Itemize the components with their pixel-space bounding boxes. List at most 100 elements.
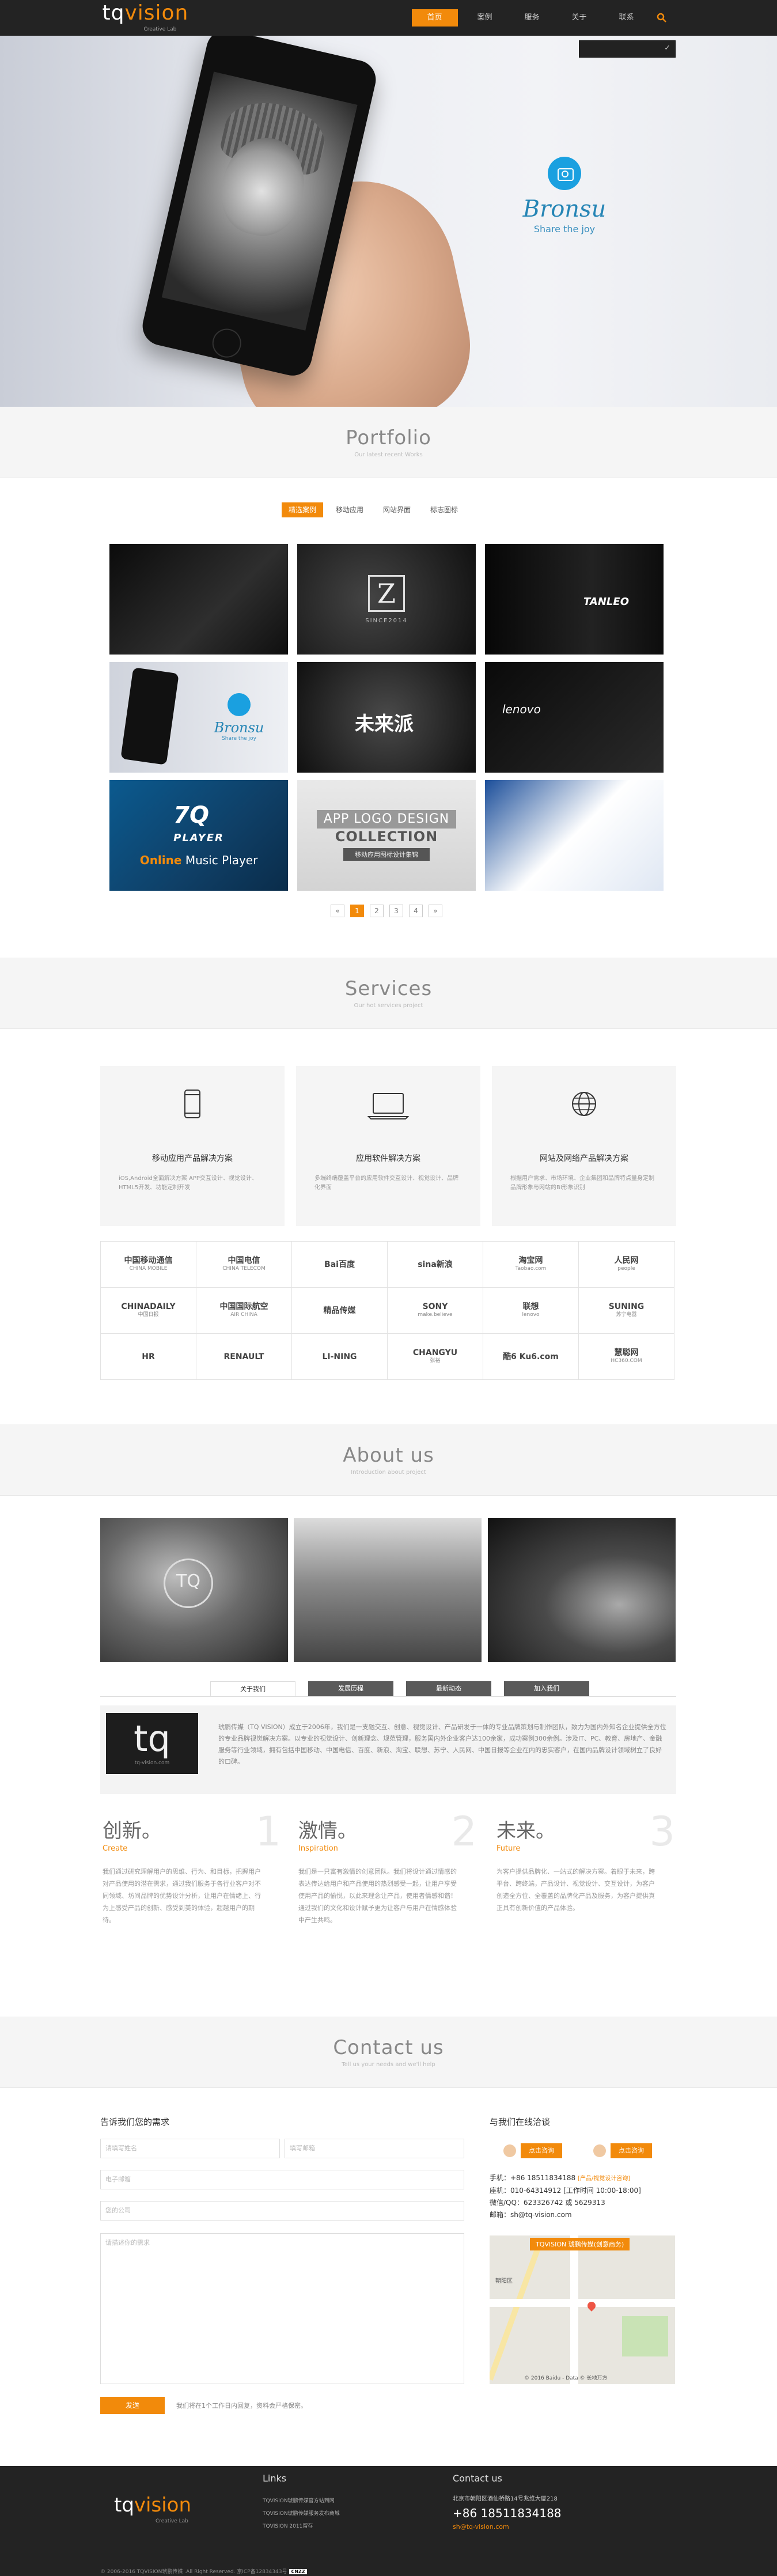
pager-next[interactable]: » xyxy=(429,905,442,917)
client-name: 精品传媒 xyxy=(323,1306,356,1315)
service-card-web[interactable]: 网站及网络产品解决方案 根据用户需求、市场环境、企业集团和品牌特点量身定制品牌形… xyxy=(492,1066,676,1226)
pager-page[interactable]: 1 xyxy=(350,905,364,917)
value-en: Inspiration xyxy=(298,1844,338,1853)
cnzz-badge[interactable]: CNZZ xyxy=(289,2569,307,2574)
bronsu-slogan: Share the joy xyxy=(533,224,596,234)
client-name: 中国电信 xyxy=(228,1255,260,1265)
app-logo-title: APP LOGO DESIGN xyxy=(316,810,457,829)
client-logo: 中国移动通信 CHINA MOBILE xyxy=(101,1242,196,1288)
online-chat-1[interactable]: 点击咨询 xyxy=(503,2143,584,2158)
site-logo[interactable]: tqvision Creative Lab xyxy=(103,3,189,33)
pager-page[interactable]: 4 xyxy=(409,905,423,917)
send-button[interactable]: 发送 xyxy=(100,2397,165,2414)
tab-logo[interactable]: 标志图标 xyxy=(423,502,465,517)
footer-link[interactable]: TQVISION琥鹏传媒服务发布商城 xyxy=(263,2507,340,2520)
portfolio-item[interactable] xyxy=(109,544,288,655)
portfolio-item[interactable]: TANLEO xyxy=(485,544,664,655)
bronsu-brand: Bronsu Share the joy xyxy=(507,157,622,234)
tanleo-logo: TANLEO xyxy=(583,596,629,608)
map-park xyxy=(622,2316,668,2356)
client-logo: HR xyxy=(101,1334,196,1380)
footer-address: 北京市朝阳区酒仙桥路14号兆维大厦218 xyxy=(453,2496,558,2502)
search-submit-icon[interactable]: ✓ xyxy=(664,44,670,52)
about-tabs: 关于我们 发展历程 最新动态 加入我们 xyxy=(210,1681,602,1696)
company-field[interactable]: 您的公司 xyxy=(100,2201,464,2221)
client-logo: 联想 lenovo xyxy=(483,1288,579,1334)
home-button xyxy=(209,326,244,361)
about-photo-logo xyxy=(100,1518,288,1662)
tab-news[interactable]: 最新动态 xyxy=(406,1681,491,1696)
portfolio-item[interactable]: 未来派 xyxy=(297,662,476,773)
client-name: RENAULT xyxy=(223,1352,264,1361)
baidu-map[interactable]: TQVISION 琥鹏传媒(创意商务) 朝阳区 © 2016 Baidu - D… xyxy=(490,2235,675,2384)
client-sub: CHINA MOBILE xyxy=(129,1265,168,1272)
search-input[interactable] xyxy=(579,41,654,57)
footer-link[interactable]: TQVISION琥鹏传媒官方站到网 xyxy=(263,2495,340,2507)
message-field[interactable]: 请描述你的需求 xyxy=(100,2233,464,2384)
send-note: 我们将在1个工作日内回复，资料会严格保密。 xyxy=(176,2402,307,2409)
pager-page[interactable]: 2 xyxy=(370,905,384,917)
pager-prev[interactable]: « xyxy=(331,905,344,917)
client-sub: 中国日报 xyxy=(138,1311,159,1318)
nav-home[interactable]: 首页 xyxy=(411,9,458,27)
phone-field[interactable]: 电子邮箱 xyxy=(100,2170,464,2189)
search-box: ✓ xyxy=(579,40,676,58)
value-future: 3 未来。 Future 为客户提供品牌化、一站式的解决方案。着眼于未来，跨平台… xyxy=(496,1811,675,1930)
tab-history[interactable]: 发展历程 xyxy=(308,1681,393,1696)
tab-web[interactable]: 网站界面 xyxy=(376,502,418,517)
footer-email[interactable]: sh@tq-vision.com xyxy=(453,2521,562,2533)
client-logo: 人民网 people xyxy=(579,1242,674,1288)
client-sub: lenovo xyxy=(522,1311,540,1318)
contact-info: 手机：+86 18511834188 [产品/视觉设计咨询] 座机：010-64… xyxy=(490,2172,641,2221)
email-field[interactable]: 填写邮箱 xyxy=(285,2139,464,2158)
portfolio-item[interactable]: Bronsu Share the joy xyxy=(109,662,288,773)
q7-mark: 7Q xyxy=(173,802,209,829)
nav-contact[interactable]: 联系 xyxy=(607,9,647,27)
tab-about-us[interactable]: 关于我们 xyxy=(210,1681,295,1696)
service-desc: 根据用户需求、市场环境、企业集团和品牌特点量身定制品牌形象与网站的BI形象识别 xyxy=(510,1175,654,1191)
nav-services[interactable]: 服务 xyxy=(512,9,552,27)
consult-button[interactable]: 点击咨询 xyxy=(521,2143,562,2158)
service-card-software[interactable]: 应用软件解决方案 多端终端覆盖平台的应用软件交互设计、视觉设计、品牌化界面 xyxy=(296,1066,480,1226)
footer-logo[interactable]: tqvision Creative Lab xyxy=(114,2495,191,2524)
portfolio-item[interactable]: APP LOGO DESIGN COLLECTION 移动应用图标设计集锦 xyxy=(297,780,476,891)
z-logo-icon: Z xyxy=(368,574,405,612)
tab-join[interactable]: 加入我们 xyxy=(504,1681,589,1696)
camera-icon xyxy=(227,693,251,716)
footer-link[interactable]: TQVISION 2011留存 xyxy=(263,2520,340,2533)
tab-mobile[interactable]: 移动应用 xyxy=(329,502,370,517)
copyright: © 2006-2016 TQVISION琥鹏传媒 .All Right Rese… xyxy=(100,2567,307,2575)
site-footer xyxy=(0,2466,777,2576)
bronsu-mini-sub: Share the joy xyxy=(222,736,256,742)
footer-contact-title: Contact us xyxy=(453,2473,502,2484)
portfolio-grid: Z SINCE2014 TANLEO Bronsu Share the joy … xyxy=(109,544,664,891)
footer-contact: 北京市朝阳区酒仙桥路14号兆维大厦218 +86 18511834188 sh@… xyxy=(453,2494,562,2533)
portfolio-item[interactable]: Z SINCE2014 xyxy=(297,544,476,655)
client-name: 中国国际航空 xyxy=(219,1302,268,1311)
service-title: 移动应用产品解决方案 xyxy=(152,1154,233,1163)
app-logo-caption: 移动应用图标设计集锦 xyxy=(343,848,430,861)
online-chat-2[interactable]: 点击咨询 xyxy=(593,2143,674,2158)
service-card-mobile[interactable]: 移动应用产品解决方案 iOS,Android全面解决方案 APP交互设计、视觉设… xyxy=(100,1066,285,1226)
about-logo-sub: tq-vision.com xyxy=(134,1760,170,1766)
mobile-phone-icon xyxy=(184,1090,200,1118)
contact-phone: 手机：+86 18511834188 xyxy=(490,2174,576,2182)
site-header: tqvision Creative Lab 首页 案例 服务 关于 联系 xyxy=(0,0,777,36)
nav-about[interactable]: 关于 xyxy=(559,9,600,27)
pager-page[interactable]: 3 xyxy=(389,905,403,917)
bronsu-mini: Bronsu Share the joy xyxy=(214,693,264,742)
portfolio-title: Portfolio xyxy=(346,426,431,449)
consult-button[interactable]: 点击咨询 xyxy=(611,2143,652,2158)
tab-featured[interactable]: 精选案例 xyxy=(282,502,324,517)
name-field[interactable]: 请填写姓名 xyxy=(100,2139,280,2158)
map-road xyxy=(490,2299,675,2307)
value-text: 我们是一只富有激情的创意团队。我们将设计通过情感的表达传达给用户和产品使用的热烈… xyxy=(298,1868,457,1924)
client-logo: 中国电信 CHINA TELECOM xyxy=(196,1242,292,1288)
search-icon[interactable] xyxy=(655,11,669,25)
logo-main: tq xyxy=(102,1,125,25)
portfolio-item[interactable]: lenovo xyxy=(485,662,664,773)
avatar xyxy=(503,2144,516,2157)
portfolio-item[interactable] xyxy=(485,780,664,891)
portfolio-item[interactable]: 7Q PLAYER Online Music Player xyxy=(109,780,288,891)
nav-cases[interactable]: 案例 xyxy=(465,9,505,27)
